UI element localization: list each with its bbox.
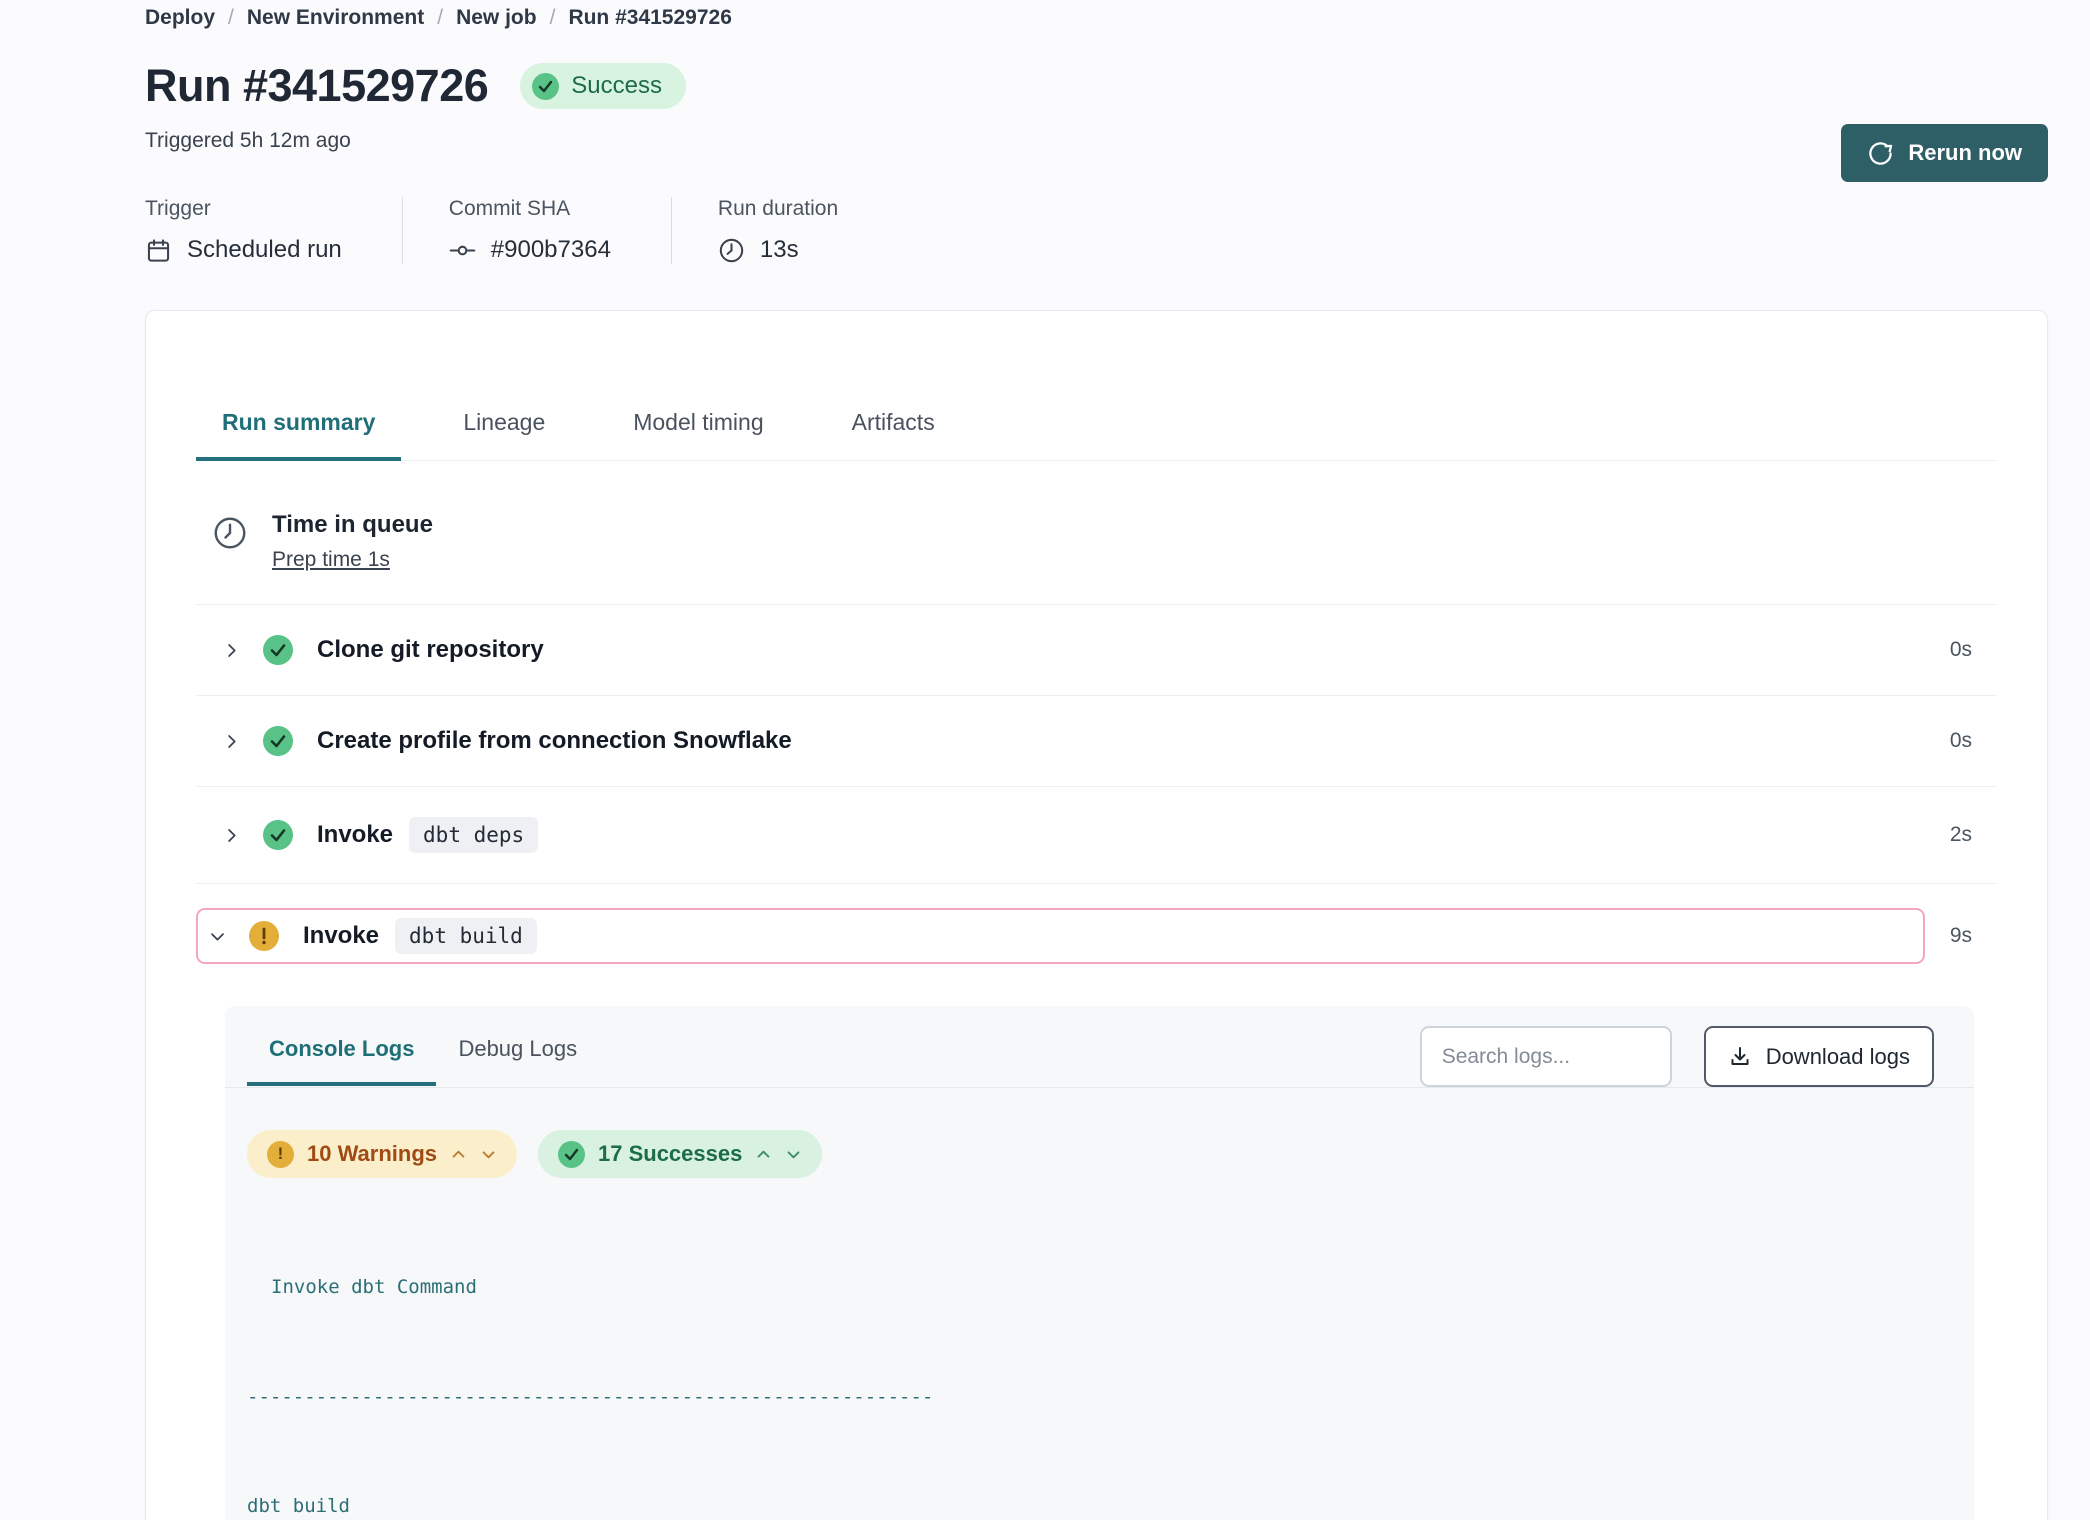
step-duration: 9s [1925,924,1997,948]
success-next-chevron-down-icon[interactable] [785,1146,802,1163]
warning-next-chevron-down-icon[interactable] [480,1146,497,1163]
run-detail-page: Deploy / New Environment / New job / Run… [0,0,2090,1520]
step-command-chip: dbt build [395,918,537,954]
run-tabs: Run summary Lineage Model timing Artifac… [196,311,1997,461]
console-log-output: Invoke dbt Command ---------------------… [225,1178,1974,1520]
rerun-icon [1867,140,1894,167]
trigger-label: Trigger [145,197,342,221]
duration-label: Run duration [718,197,838,221]
successes-badge-label: 17 Successes [598,1141,742,1167]
download-logs-label: Download logs [1766,1044,1910,1070]
time-in-queue-title: Time in queue [272,511,433,539]
search-logs-input[interactable] [1420,1026,1672,1087]
step-invoke-dbt-deps[interactable]: Invoke dbt deps 2s [196,787,1997,884]
step-command-chip: dbt deps [409,817,538,853]
breadcrumb: Deploy / New Environment / New job / Run… [145,6,2048,30]
step-label: Clone git repository [317,636,544,664]
warnings-badge-label: 10 Warnings [307,1141,437,1167]
tab-debug-logs[interactable]: Debug Logs [436,1006,599,1086]
warning-icon [249,921,279,951]
chevron-right-icon[interactable] [222,826,241,845]
page-title: Run #341529726 [145,60,488,112]
tab-console-logs[interactable]: Console Logs [247,1006,436,1086]
run-header: Run #341529726 Success Triggered 5h 12m … [145,60,2048,153]
commit-value: #900b7364 [491,236,611,264]
rerun-button-label: Rerun now [1908,140,2022,166]
triggered-timestamp: Triggered 5h 12m ago [145,129,2048,153]
download-icon [1728,1045,1752,1069]
prep-time-link[interactable]: Prep time 1s [272,548,390,572]
tab-run-summary[interactable]: Run summary [196,409,401,461]
log-command: dbt build [247,1488,1948,1520]
log-command-title: Invoke dbt Command [247,1269,1948,1306]
status-badge: Success [520,63,686,109]
step-create-profile[interactable]: Create profile from connection Snowflake… [196,696,1997,787]
step-duration: 0s [1925,638,1997,662]
run-summary-card: Run summary Lineage Model timing Artifac… [145,310,2048,1520]
step-label: Create profile from connection Snowflake [317,727,792,755]
step-label: Invoke [303,922,379,950]
tab-model-timing[interactable]: Model timing [607,409,789,461]
warning-icon: ! [267,1141,294,1168]
success-check-icon [263,726,293,756]
breadcrumb-deploy[interactable]: Deploy [145,6,215,30]
breadcrumb-separator: / [228,6,234,30]
logs-header: Console Logs Debug Logs Download logs [225,1006,1974,1088]
logs-panel: Console Logs Debug Logs Download logs ! … [225,1006,1974,1520]
breadcrumb-separator: / [437,6,443,30]
time-in-queue-section: Time in queue Prep time 1s [196,461,1997,605]
meta-trigger: Trigger Scheduled run [145,197,403,264]
step-clone-git-repository[interactable]: Clone git repository 0s [196,605,1997,696]
run-meta: Trigger Scheduled run Commit SHA #900b73… [145,197,2048,264]
rerun-now-button[interactable]: Rerun now [1841,124,2048,182]
breadcrumb-current-run: Run #341529726 [568,6,731,30]
calendar-icon [145,237,172,264]
chevron-right-icon[interactable] [222,641,241,660]
step-duration: 2s [1925,823,1997,847]
success-check-icon [263,635,293,665]
breadcrumb-new-environment[interactable]: New Environment [247,6,424,30]
warning-prev-chevron-up-icon[interactable] [450,1146,467,1163]
breadcrumb-separator: / [550,6,556,30]
tab-artifacts[interactable]: Artifacts [826,409,961,461]
successes-badge: 17 Successes [538,1130,822,1178]
success-check-icon [558,1141,585,1168]
meta-commit: Commit SHA #900b7364 [449,197,672,264]
download-logs-button[interactable]: Download logs [1704,1026,1934,1087]
commit-icon [449,237,476,264]
success-check-icon [263,820,293,850]
meta-duration: Run duration 13s [718,197,898,264]
step-label: Invoke [317,821,393,849]
clock-icon [718,237,745,264]
breadcrumb-new-job[interactable]: New job [456,6,537,30]
status-badge-label: Success [571,72,662,100]
step-invoke-dbt-build: Invoke dbt build 9s [196,908,1997,964]
success-check-icon [532,73,559,100]
log-filter-badges: ! 10 Warnings 17 Successes [225,1088,1974,1178]
commit-label: Commit SHA [449,197,611,221]
chevron-down-icon[interactable] [208,927,227,946]
warnings-badge: ! 10 Warnings [247,1130,517,1178]
log-separator-line: ----------------------------------------… [247,1379,1948,1416]
clock-icon [212,515,248,551]
step-duration: 0s [1925,729,1997,753]
chevron-right-icon[interactable] [222,732,241,751]
trigger-value: Scheduled run [187,236,342,264]
tab-lineage[interactable]: Lineage [437,409,571,461]
success-prev-chevron-up-icon[interactable] [755,1146,772,1163]
duration-value: 13s [760,236,799,264]
expanded-step-box[interactable]: Invoke dbt build [196,908,1925,964]
